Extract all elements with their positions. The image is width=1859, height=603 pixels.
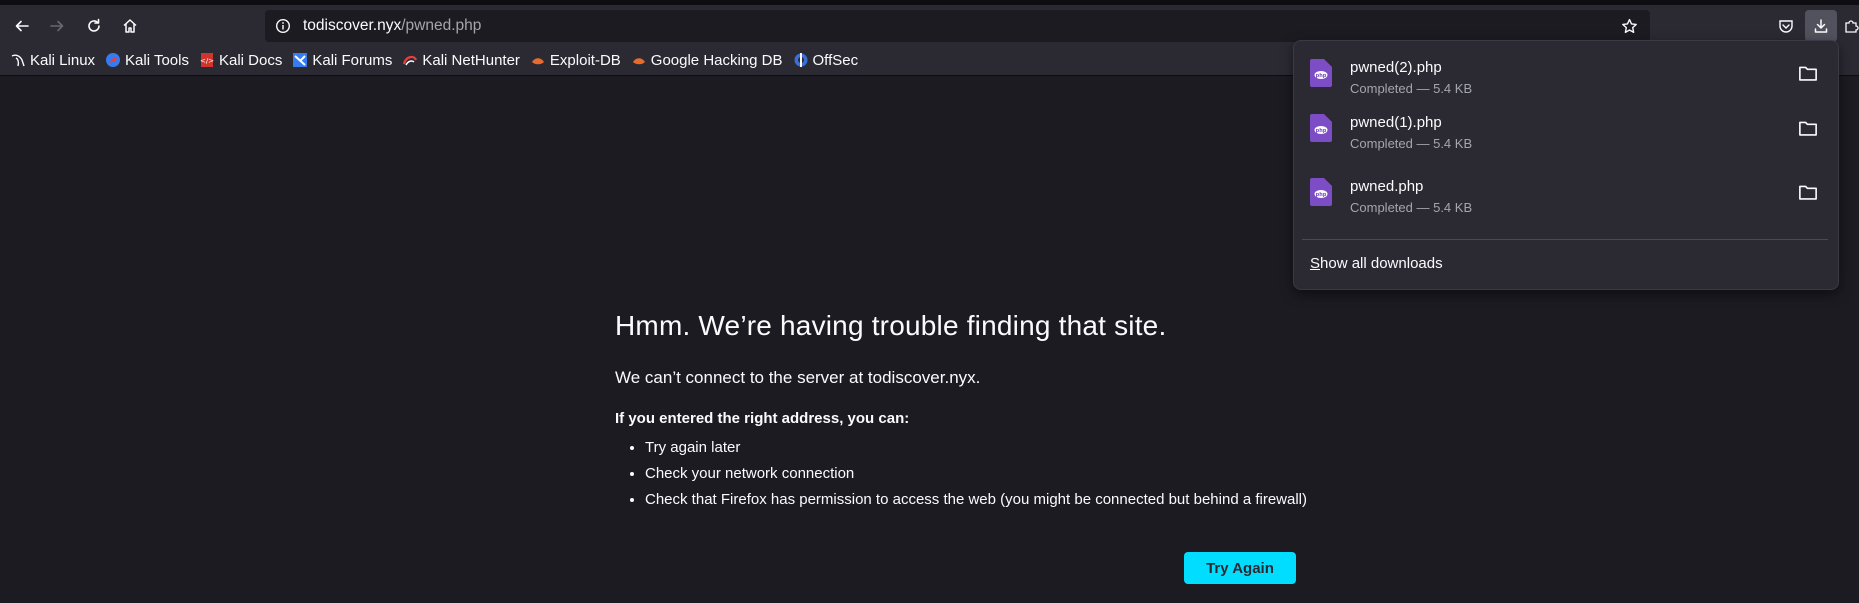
error-title: Hmm. We’re having trouble finding that s… [615,310,1167,341]
bookmark-google-hacking-db[interactable]: Google Hacking DB [631,52,783,69]
download-item[interactable]: php pwned.php Completed — 5.4 KB [1294,160,1838,222]
bookmark-kali-nethunter[interactable]: Kali NetHunter [402,52,520,69]
download-item[interactable]: php pwned(2).php Completed — 5.4 KB [1294,41,1838,103]
bookmark-exploit-db[interactable]: Exploit-DB [530,52,621,69]
home-icon [123,19,137,33]
reload-button[interactable] [78,10,110,42]
php-file-icon: php [1310,178,1332,206]
download-status: Completed — 5.4 KB [1350,81,1473,96]
exploit-db-icon [530,52,546,68]
php-file-icon: php [1310,114,1332,142]
puzzle-icon [1845,20,1859,33]
try-again-button[interactable]: Try Again [1184,552,1296,584]
folder-icon[interactable] [1798,118,1818,138]
error-suggestion-list: Try again later Check your network conne… [615,439,1335,508]
downloads-panel: php pwned(2).php Completed — 5.4 KB php … [1293,40,1839,290]
download-icon [1814,19,1828,33]
panel-divider [1302,239,1828,240]
kali-docs-icon: </> [199,52,215,68]
arrow-left-icon [15,20,29,32]
accesskey-letter: S [1310,255,1321,272]
svg-text:php: php [1316,128,1327,134]
folder-icon[interactable] [1798,63,1818,83]
kali-nethunter-icon [402,52,418,68]
error-content: Hmm. We’re having trouble finding that s… [615,310,1335,517]
bookmark-kali-docs[interactable]: </> Kali Docs [199,52,282,69]
url-host: todiscover.nyx [303,17,402,34]
extensions-button[interactable] [1843,10,1859,42]
download-item[interactable]: php pwned(1).php Completed — 5.4 KB [1294,96,1838,158]
url-path: /pwned.php [401,17,482,34]
downloads-button[interactable] [1805,10,1837,42]
site-info-icon[interactable] [275,18,291,34]
svg-text:</>: </> [200,57,214,65]
url-bar[interactable]: todiscover.nyx/pwned.php [265,10,1650,42]
arrow-right-icon [50,20,64,32]
forward-button[interactable] [41,10,73,42]
download-status: Completed — 5.4 KB [1350,136,1473,151]
pocket-button[interactable] [1770,10,1802,42]
list-item: Check your network connection [645,465,1335,482]
svg-text:php: php [1316,73,1327,79]
nav-toolbar: todiscover.nyx/pwned.php [0,0,1859,45]
offsec-icon [793,52,809,68]
download-status: Completed — 5.4 KB [1350,200,1473,215]
kali-dragon-icon [10,52,26,68]
php-file-icon: php [1310,59,1332,87]
home-button[interactable] [114,10,146,42]
reload-icon [88,18,100,32]
list-item: Check that Firefox has permission to acc… [645,491,1335,508]
bookmark-kali-tools[interactable]: Kali Tools [105,52,189,69]
folder-icon[interactable] [1798,182,1818,202]
svg-text:php: php [1316,192,1327,198]
error-subtitle: We can’t connect to the server at todisc… [615,368,981,387]
download-filename: pwned(1).php [1350,114,1442,131]
show-all-label: how all downloads [1320,255,1443,272]
pocket-icon [1779,20,1793,33]
bookmark-kali-linux[interactable]: Kali Linux [10,52,95,69]
error-suggestion-heading: If you entered the right address, you ca… [615,410,910,427]
back-button[interactable] [6,10,38,42]
ghdb-icon [631,52,647,68]
kali-forums-icon [292,52,308,68]
kali-tools-icon [105,52,121,68]
bookmark-kali-forums[interactable]: Kali Forums [292,52,392,69]
show-all-downloads-button[interactable]: Show all downloads [1310,255,1443,272]
bookmark-offsec[interactable]: OffSec [793,52,858,69]
download-filename: pwned(2).php [1350,59,1442,76]
bookmark-star-icon[interactable] [1621,18,1638,35]
download-filename: pwned.php [1350,178,1424,195]
list-item: Try again later [645,439,1335,456]
